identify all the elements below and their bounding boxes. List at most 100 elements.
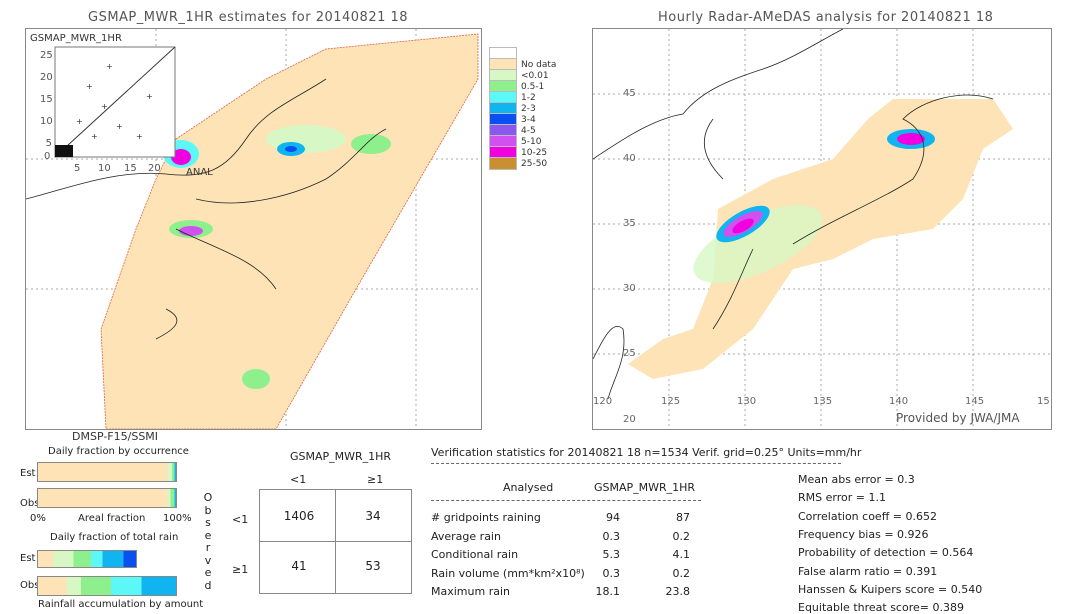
satellite-label: DMSP-F15/SSMI: [72, 430, 159, 443]
inset-label: GSMAP_MWR_1HR: [30, 33, 122, 44]
stat-label: Average rain: [431, 529, 501, 543]
legend-label: 25-50: [521, 158, 548, 169]
est-label: Est: [20, 468, 36, 479]
col-label: ≥1: [367, 473, 384, 486]
inset-y-tick: 0: [44, 151, 51, 162]
svg-text:+: +: [101, 102, 108, 111]
col-est-text: GSMAP_MWR_1HR: [594, 481, 696, 494]
lon-tick: 15: [1037, 396, 1050, 407]
divider: [431, 463, 841, 464]
occurrence-title: Daily fraction by occurrence: [48, 446, 189, 457]
legend-label: 0.5-1: [521, 81, 545, 92]
total-rain-obs-bar: [37, 576, 177, 596]
scatter-inset: + + + + + + + +: [54, 46, 176, 158]
left-map: + + + + + + + + GSMAP_MWR_1HR 25 20 15 10 5 0 5…: [25, 28, 482, 430]
inset-x-tick: 5: [74, 163, 81, 174]
score-item: False alarm ratio = 0.391: [798, 564, 938, 578]
total-rain-title: Daily fraction of total rain: [50, 532, 179, 543]
stat-a: 5.3: [602, 548, 621, 561]
lat-tick: 40: [623, 153, 636, 164]
stat-e: 0.2: [672, 566, 691, 580]
svg-text:+: +: [106, 62, 113, 71]
observed-label: Observed: [203, 491, 213, 592]
lon-tick: 145: [965, 396, 985, 407]
cell-false-alarm: 34: [365, 509, 381, 523]
stat-e: 23.8: [665, 585, 691, 598]
lon-tick: 125: [661, 396, 681, 407]
legend-swatch: [489, 157, 517, 170]
total-rain-footer: Rainfall accumulation by amount: [38, 599, 204, 610]
legend-label: 2-3: [521, 103, 536, 114]
credit: Provided by JWA/JMA: [896, 411, 1020, 425]
anal-label: ANAL: [186, 167, 213, 178]
svg-text:+: +: [86, 82, 93, 91]
axis-left: 0%: [30, 513, 46, 524]
right-map-canvas: [592, 28, 1051, 429]
stat-label: Conditional rain: [431, 548, 519, 561]
inset-y-tick: 20: [40, 72, 53, 83]
occurrence-est-bar: [37, 462, 177, 482]
legend-label: 5-10: [521, 136, 542, 147]
inset-y-tick: 15: [40, 94, 53, 105]
cell-hit: 53: [365, 559, 381, 573]
svg-text:+: +: [146, 92, 153, 101]
color-legend: No data <0.01 0.5-1 1-2 2-3 3-4 4-5 5-10 10-25 25…: [489, 47, 557, 170]
legend-label: No data: [521, 59, 557, 70]
right-map-title: Hourly Radar-AMeDAS analysis for 2014082…: [658, 10, 994, 25]
row-label: ≥1: [232, 563, 249, 576]
stats-header: Verification statistics for 20140821 18 …: [431, 446, 862, 459]
legend-label: 4-5: [521, 125, 536, 136]
stat-label: Maximum rain: [431, 585, 510, 598]
total-rain-est-bar: [37, 550, 137, 568]
inset-y-tick: 25: [40, 50, 53, 61]
stat-e: 87: [676, 511, 690, 524]
legend-label: 3-4: [521, 114, 536, 125]
lat-tick: 30: [623, 283, 636, 294]
occurrence-obs-bar: [37, 488, 177, 508]
axis-mid: Areal fraction: [78, 513, 146, 524]
cell-hit-none: 1406: [283, 509, 315, 523]
axis-right: 100%: [163, 513, 192, 524]
stat-label: # gridpoints raining: [431, 511, 541, 524]
inset-x-tick: 15: [124, 163, 137, 174]
stat-e: 4.1: [672, 548, 691, 561]
svg-text:+: +: [116, 122, 123, 131]
contingency-header: GSMAP_MWR_1HR: [290, 450, 392, 463]
stat-label: Rain volume (mm*km²x10⁸): [431, 566, 585, 580]
col-est: GSMAP_MWR_1HR: [557, 481, 695, 494]
svg-text:+: +: [136, 132, 143, 141]
divider: [431, 500, 701, 501]
contingency-table: 1406 34 41 53: [259, 489, 412, 594]
row-label: <1: [232, 513, 249, 526]
lon-tick: 120: [593, 396, 613, 407]
lat-tick: 45: [623, 88, 636, 99]
stat-a: 18.1: [595, 585, 621, 598]
lat-tick: 20: [623, 414, 636, 425]
left-map-canvas: + + + + + + + +: [25, 29, 481, 430]
legend-item: 25-50: [489, 157, 556, 170]
lon-tick: 130: [737, 396, 757, 407]
score-item: RMS error = 1.1: [798, 491, 886, 505]
svg-text:+: +: [91, 132, 98, 141]
col-label: <1: [290, 473, 307, 486]
col-analysed: Analysed: [503, 481, 554, 494]
lat-tick: 25: [623, 348, 636, 359]
stat-a: 0.3: [602, 529, 621, 543]
stat-e: 0.2: [672, 529, 691, 543]
inset-x-tick: 10: [98, 163, 111, 174]
score-item: Probability of detection = 0.564: [798, 546, 974, 560]
lon-tick: 140: [889, 396, 909, 407]
stat-a: 0.3: [602, 566, 621, 580]
score-item: Equitable threat score= 0.389: [798, 601, 964, 614]
legend-label: 10-25: [521, 147, 548, 158]
score-item: Correlation coeff = 0.652: [798, 509, 937, 523]
est-label: Est: [20, 553, 36, 564]
inset-x-tick: 20: [148, 163, 161, 174]
lat-tick: 35: [623, 218, 636, 229]
legend-label: 1-2: [521, 92, 536, 103]
legend-label: <0.01: [521, 70, 549, 81]
score-item: Frequency bias = 0.926: [798, 527, 929, 541]
inset-y-tick: 10: [40, 116, 53, 127]
score-item: Hanssen & Kuipers score = 0.540: [798, 582, 983, 596]
right-map: 45 40 35 30 25 20 120 125 130 135 140 14…: [592, 28, 1052, 430]
